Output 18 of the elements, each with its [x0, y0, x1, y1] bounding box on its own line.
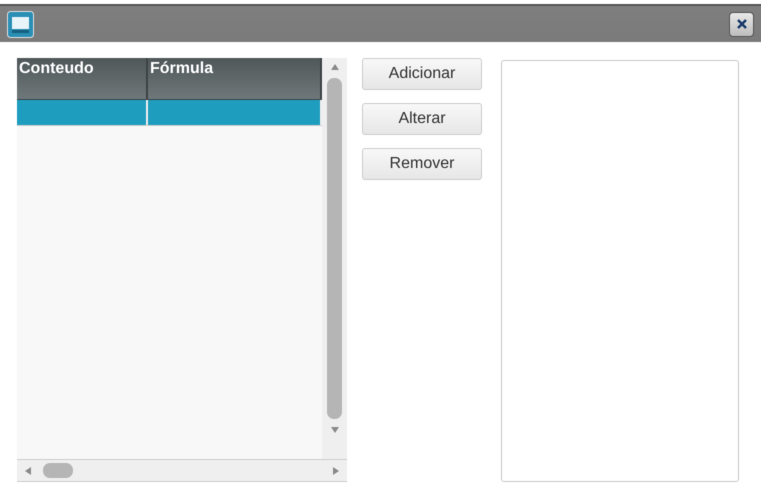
column-header[interactable]: Fórmula [148, 58, 322, 100]
table-row[interactable] [17, 100, 322, 126]
right-arrow-icon[interactable] [331, 466, 341, 476]
left-arrow-icon[interactable] [23, 466, 33, 476]
action-button[interactable]: Adicionar [362, 58, 482, 90]
action-button[interactable]: Alterar [362, 103, 482, 135]
vertical-scrollbar[interactable] [322, 58, 347, 459]
column-header[interactable]: Conteudo [17, 58, 148, 100]
up-arrow-icon[interactable] [330, 62, 340, 72]
action-button[interactable]: Remover [362, 148, 482, 180]
down-arrow-icon[interactable] [330, 425, 340, 435]
horizontal-scrollbar[interactable] [17, 459, 347, 482]
close-button[interactable] [729, 12, 754, 36]
close-icon [736, 19, 746, 29]
text-area[interactable] [501, 60, 739, 482]
monitor-icon [7, 10, 34, 38]
scroll-thumb[interactable] [327, 78, 342, 419]
scroll-thumb[interactable] [43, 463, 73, 478]
